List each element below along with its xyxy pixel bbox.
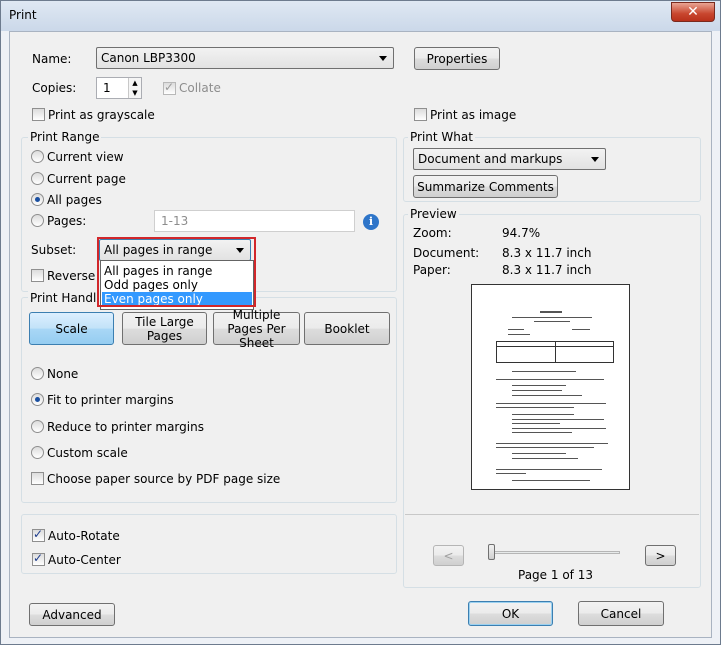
summarize-comments-button[interactable]: Summarize Comments [413, 175, 558, 198]
document-size: 8.3 x 11.7 inch [502, 246, 592, 260]
current-page-label: Current page [47, 172, 126, 186]
print-range-title: Print Range [28, 130, 102, 144]
dialog-body: Name: Canon LBP3300 Properties Copies: 1… [9, 31, 712, 638]
paper-source-label: Choose paper source by PDF page size [47, 472, 281, 486]
paper-size: 8.3 x 11.7 inch [502, 263, 592, 277]
print-as-image-label: Print as image [430, 108, 517, 122]
none-radio[interactable] [31, 367, 44, 380]
page-preview [471, 284, 630, 490]
custom-scale-label: Custom scale [47, 446, 128, 460]
preview-table [496, 341, 614, 363]
title-bar: Print ✕ [1, 1, 720, 31]
current-view-label: Current view [47, 150, 124, 164]
chevron-down-icon [591, 157, 599, 162]
close-icon[interactable]: ✕ [671, 2, 715, 22]
auto-center-label: Auto-Center [48, 553, 121, 567]
none-label: None [47, 367, 79, 381]
highlight-box [97, 237, 256, 307]
page-slider-thumb[interactable] [488, 544, 495, 560]
reduce-margins-label: Reduce to printer margins [47, 420, 204, 434]
pages-placeholder: 1-13 [161, 214, 189, 228]
copies-value: 1 [103, 81, 111, 95]
booklet-button[interactable]: Booklet [304, 312, 390, 345]
document-label: Document: [413, 246, 480, 260]
reduce-margins-radio[interactable] [31, 420, 44, 433]
current-page-radio[interactable] [31, 172, 44, 185]
copies-stepper[interactable]: ▲ ▼ [128, 78, 141, 98]
print-as-image-checkbox[interactable] [414, 108, 427, 121]
cancel-button[interactable]: Cancel [578, 601, 664, 626]
properties-button[interactable]: Properties [414, 47, 500, 70]
all-pages-radio[interactable] [31, 193, 44, 206]
auto-center-checkbox[interactable] [32, 551, 45, 566]
fit-margins-label: Fit to printer margins [47, 393, 174, 407]
chevron-down-icon [379, 56, 387, 61]
current-view-radio[interactable] [31, 150, 44, 163]
multiple-pages-button[interactable]: Multiple Pages Per Sheet [213, 308, 300, 350]
print-dialog: Print ✕ Name: Canon LBP3300 Properties C… [0, 0, 721, 645]
next-page-button[interactable]: > [645, 545, 676, 566]
preview-divider [405, 514, 699, 515]
print-what-title: Print What [408, 130, 475, 144]
name-label: Name: [32, 52, 72, 66]
grayscale-checkbox[interactable] [32, 108, 45, 121]
reverse-label: Reverse [47, 269, 96, 283]
page-slider-track[interactable] [490, 551, 620, 554]
pages-radio[interactable] [31, 214, 44, 227]
zoom-label: Zoom: [413, 226, 452, 240]
pages-input[interactable]: 1-13 [154, 210, 355, 232]
scale-button[interactable]: Scale [29, 312, 114, 345]
zoom-value: 94.7% [502, 226, 541, 240]
advanced-button[interactable]: Advanced [29, 603, 115, 626]
collate-label: Collate [179, 81, 221, 95]
tile-large-pages-button[interactable]: Tile Large Pages [122, 312, 207, 345]
printer-select[interactable]: Canon LBP3300 [96, 47, 394, 69]
all-pages-label: All pages [47, 193, 102, 207]
print-what-select[interactable]: Document and markups [413, 148, 606, 170]
copies-label: Copies: [32, 81, 77, 95]
subset-label: Subset: [31, 243, 77, 257]
grayscale-label: Print as grayscale [48, 108, 155, 122]
info-icon[interactable]: i [363, 214, 379, 230]
paper-source-checkbox[interactable] [31, 472, 44, 485]
custom-scale-radio[interactable] [31, 446, 44, 459]
page-indicator: Page 1 of 13 [518, 568, 593, 582]
paper-label: Paper: [413, 263, 451, 277]
fit-margins-radio[interactable] [31, 393, 44, 406]
copies-input[interactable]: 1 ▲ ▼ [96, 77, 142, 99]
preview-title: Preview [408, 207, 459, 221]
auto-rotate-checkbox[interactable] [32, 527, 45, 542]
collate-checkbox[interactable] [163, 80, 176, 95]
pages-label: Pages: [47, 214, 87, 228]
ok-button[interactable]: OK [468, 601, 553, 626]
auto-rotate-label: Auto-Rotate [48, 529, 120, 543]
print-what-value: Document and markups [418, 152, 563, 166]
printer-name: Canon LBP3300 [101, 51, 196, 65]
prev-page-button[interactable]: < [433, 545, 464, 566]
window-title: Print [9, 8, 37, 22]
reverse-checkbox[interactable] [31, 269, 44, 282]
